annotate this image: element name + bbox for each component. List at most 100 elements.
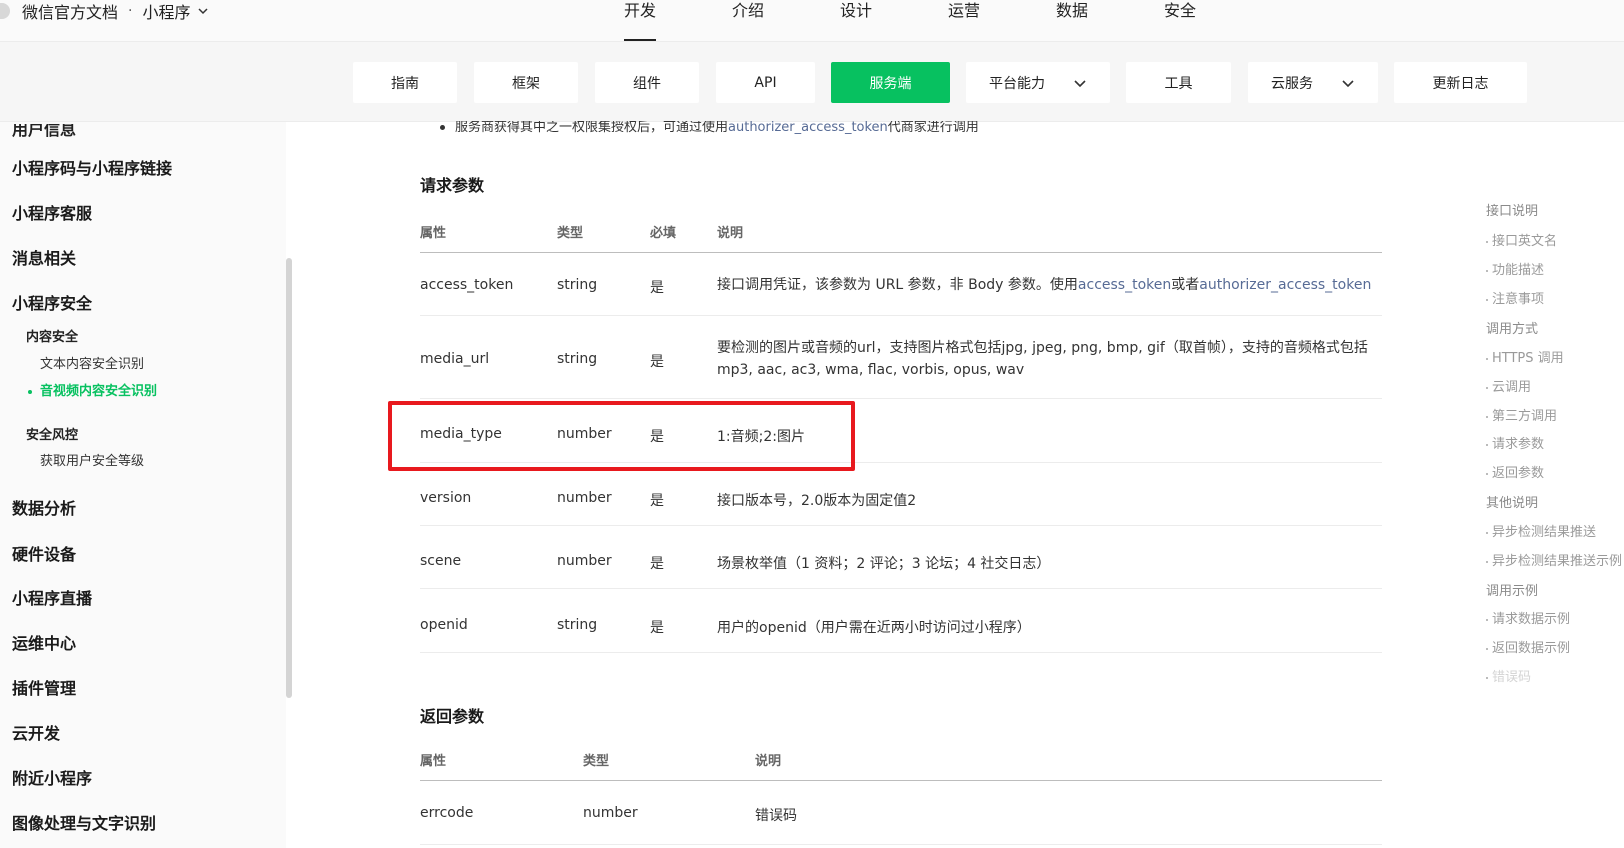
toc-dot-icon	[1486, 560, 1488, 563]
toc-entry[interactable]: 请求数据示例	[1486, 608, 1570, 627]
toc-label: 返回参数	[1492, 466, 1545, 481]
toc-dot-icon	[1486, 531, 1488, 534]
toc-dot-icon	[1486, 386, 1488, 389]
desc-line: mp3, aac, ac3, wma, flac, vorbis, opus, …	[717, 362, 1025, 378]
toc-entry[interactable]: 请求参数	[1486, 433, 1544, 452]
subnav-api[interactable]: API	[716, 62, 815, 103]
sidebar-item-text-check[interactable]: 文本内容安全识别	[40, 353, 144, 372]
param-name: media_url	[420, 351, 490, 367]
table-header-divider	[420, 780, 1382, 781]
param-name: version	[420, 490, 472, 506]
sidebar-item-qrcode[interactable]: 小程序码与小程序链接	[12, 155, 172, 179]
param-desc: 要检测的图片或音频的url，支持图片格式包括jpg, jpeg, png, bm…	[717, 337, 1377, 381]
toc-entry[interactable]: 异步检测结果推送	[1486, 521, 1596, 540]
subnav-guide[interactable]: 指南	[353, 62, 457, 103]
subnav-label: API	[754, 74, 777, 91]
sidebar-scrollbar[interactable]	[286, 258, 292, 698]
subnav-server[interactable]: 服务端	[831, 62, 950, 103]
note-text: 服务商获得其中之一权限集授权后，可通过使用	[455, 120, 729, 135]
param-type: number	[557, 553, 612, 569]
toc-dot-icon	[1486, 647, 1488, 650]
access-token-link[interactable]: access_token	[1078, 277, 1171, 293]
sidebar-group-risk-control[interactable]: 安全风控	[26, 424, 78, 443]
toc-label: 功能描述	[1492, 263, 1545, 278]
toc-call-method[interactable]: 调用方式	[1486, 318, 1538, 337]
sidebar-item-user-info[interactable]: 用户信息	[12, 124, 76, 140]
sidebar-item-messages[interactable]: 消息相关	[12, 245, 76, 269]
subnav-component[interactable]: 组件	[595, 62, 699, 103]
sidebar: 用户信息 小程序码与小程序链接 小程序客服 消息相关 小程序安全 内容安全 文本…	[0, 122, 286, 848]
toc-entry[interactable]: HTTPS 调用	[1486, 347, 1564, 366]
toc-entry[interactable]: 异步检测结果推送示例	[1486, 550, 1622, 569]
toc-call-example[interactable]: 调用示例	[1486, 580, 1538, 599]
topnav-intro[interactable]: 介绍	[732, 0, 840, 42]
subnav-label: 云服务	[1271, 75, 1313, 92]
brand-sub[interactable]: 小程序	[142, 0, 190, 23]
param-required: 是	[650, 620, 664, 636]
toc-interface-desc[interactable]: 接口说明	[1486, 200, 1538, 219]
toc-other-notes[interactable]: 其他说明	[1486, 492, 1538, 511]
subnav-framework[interactable]: 框架	[474, 62, 578, 103]
brand[interactable]: 微信官方文档 · 小程序	[0, 0, 210, 22]
subnav-label: 更新日志	[1432, 75, 1489, 92]
sidebar-item-media-check[interactable]: 音视频内容安全识别	[28, 380, 157, 399]
toc-label: 请求数据示例	[1492, 612, 1571, 627]
chevron-down-icon[interactable]	[196, 4, 210, 18]
topnav-design[interactable]: 设计	[840, 0, 948, 42]
param-type: string	[557, 277, 598, 293]
chevron-down-icon	[1342, 79, 1354, 87]
toc-dot-icon	[1486, 443, 1488, 446]
toc-dot-icon	[1486, 676, 1488, 679]
sidebar-item-security[interactable]: 小程序安全	[12, 290, 92, 314]
sidebar-group-content-security[interactable]: 内容安全	[26, 326, 78, 345]
toc-dot-icon	[1486, 298, 1488, 301]
sidebar-item-plugins[interactable]: 插件管理	[12, 675, 76, 699]
toc-dot-icon	[1486, 269, 1488, 272]
toc-entry[interactable]: 错误码	[1486, 666, 1531, 685]
toc-entry[interactable]: 接口英文名	[1486, 230, 1557, 249]
topnav-ops[interactable]: 运营	[948, 0, 1056, 42]
sidebar-item-nearby[interactable]: 附近小程序	[12, 765, 92, 789]
toc-entry[interactable]: 注意事项	[1486, 288, 1544, 307]
note-text: 代商家进行调用	[887, 120, 979, 135]
param-desc: 用户的openid（用户需在近两小时访问过小程序）	[717, 620, 1031, 636]
toc-label: HTTPS 调用	[1492, 351, 1564, 366]
param-required: 是	[650, 354, 664, 370]
toc-entry[interactable]: 返回数据示例	[1486, 637, 1570, 656]
sidebar-item-user-risk-rank[interactable]: 获取用户安全等级	[40, 450, 144, 469]
highlight-box	[388, 401, 855, 471]
col-header-desc: 说明	[755, 754, 782, 769]
col-header-attr: 属性	[420, 226, 447, 241]
sidebar-item-image-ocr[interactable]: 图像处理与文字识别	[12, 810, 156, 834]
subnav-platform[interactable]: 平台能力	[966, 62, 1110, 103]
subnav-cloud[interactable]: 云服务	[1248, 62, 1378, 103]
sidebar-item-live[interactable]: 小程序直播	[12, 585, 92, 609]
sidebar-item-customer-service[interactable]: 小程序客服	[12, 200, 92, 224]
toc-label: 注意事项	[1492, 292, 1545, 307]
param-desc: 场景枚举值（1 资料；2 评论；3 论坛；4 社交日志）	[717, 556, 1051, 572]
subnav-label: 服务端	[869, 75, 912, 92]
subnav-label: 指南	[391, 75, 419, 92]
request-params-title: 请求参数	[420, 176, 485, 195]
param-name: errcode	[420, 805, 474, 821]
col-header-attr: 属性	[420, 754, 447, 769]
active-dot-icon	[28, 389, 32, 394]
sidebar-item-cloud-dev[interactable]: 云开发	[12, 720, 60, 744]
topnav-security[interactable]: 安全	[1164, 0, 1272, 42]
subnav-changelog[interactable]: 更新日志	[1394, 62, 1527, 103]
subnav-tools[interactable]: 工具	[1126, 62, 1231, 103]
subnav-label: 工具	[1164, 75, 1193, 92]
sidebar-item-data-analysis[interactable]: 数据分析	[12, 495, 76, 519]
sidebar-item-ops-center[interactable]: 运维中心	[12, 630, 76, 654]
topnav-data[interactable]: 数据	[1056, 0, 1164, 42]
toc-entry[interactable]: 返回参数	[1486, 462, 1544, 481]
sidebar-item-hardware[interactable]: 硬件设备	[12, 541, 76, 565]
toc-entry[interactable]: 第三方调用	[1486, 405, 1557, 424]
toc-entry[interactable]: 云调用	[1486, 376, 1531, 395]
authorizer-access-token-link[interactable]: authorizer_access_token	[1199, 277, 1371, 293]
toc-entry[interactable]: 功能描述	[1486, 259, 1544, 278]
topnav-dev[interactable]: 开发	[624, 0, 732, 42]
toc-label: 异步检测结果推送	[1492, 525, 1597, 540]
wechat-logo-icon	[0, 3, 10, 19]
authorizer-token-link[interactable]: authorizer_access_token	[728, 121, 888, 135]
